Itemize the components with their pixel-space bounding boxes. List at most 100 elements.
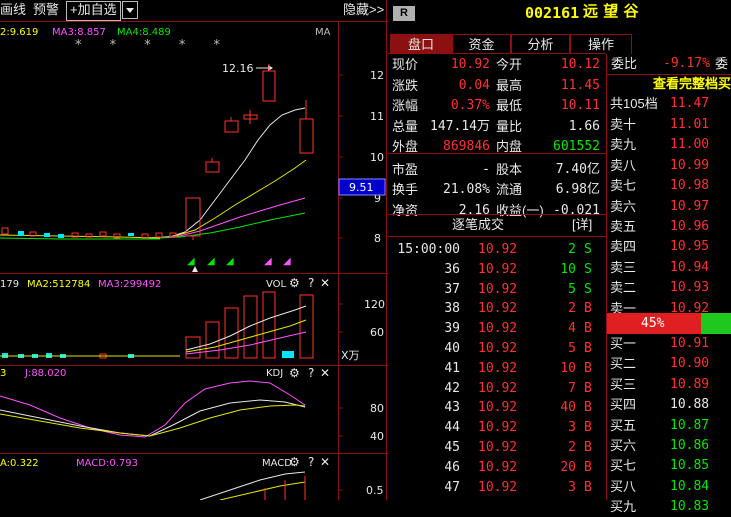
sell-level[interactable]: 卖六 10.97 xyxy=(607,197,731,217)
tick-time: 41 xyxy=(444,360,460,376)
sell-level[interactable]: 卖三 10.94 xyxy=(607,258,731,278)
stock-code: 002161 xyxy=(525,4,580,22)
buy-level[interactable]: 买七 10.85 xyxy=(607,456,731,476)
level-label: 买七 xyxy=(610,458,637,474)
tick-time: 46 xyxy=(444,459,460,475)
quote-label: 内盘 xyxy=(496,139,523,154)
tick-side: B xyxy=(584,479,592,495)
tab-handicap[interactable]: 盘口 xyxy=(390,34,452,54)
buy-level[interactable]: 买六 10.86 xyxy=(607,436,731,456)
tick-row: 43 10.92 40 B xyxy=(388,398,606,418)
total-levels-row[interactable]: 共105档 11.47 xyxy=(607,94,731,114)
tick-8: 8 xyxy=(374,232,381,245)
buy-level[interactable]: 买八 10.84 xyxy=(607,477,731,497)
vol-ma-white xyxy=(185,305,307,351)
tick-side: B xyxy=(584,321,592,337)
tick-side: B xyxy=(584,420,592,436)
quote-row: 外盘 869846 内盘 601552 xyxy=(388,137,606,157)
level-price: 10.83 xyxy=(670,499,710,515)
quote-label: 最高 xyxy=(496,77,523,93)
stock-name: 远 望 谷 xyxy=(583,2,639,20)
buy-level[interactable]: 买五 10.87 xyxy=(607,416,731,436)
stock-header: R 002161 远 望 谷 xyxy=(388,0,731,30)
buy-sell-ratio-bar: 45% xyxy=(607,313,731,334)
svg-text:◢: ◢ xyxy=(207,256,215,267)
kdj-label-1: 3 xyxy=(0,368,6,379)
tick-12: 12 xyxy=(370,69,384,82)
tick-time: 44 xyxy=(444,420,460,436)
tick-time: 36 xyxy=(444,261,460,277)
svg-text:◢: ◢ xyxy=(226,256,234,267)
tab-analysis[interactable]: 分析 xyxy=(511,34,570,54)
tick-row: 40 10.92 5 B xyxy=(388,339,606,359)
ma-line-white xyxy=(149,107,306,239)
macd-label-1: A:0.322 xyxy=(0,458,39,469)
vol-ma-magenta xyxy=(185,331,307,355)
tick-price: 10.92 xyxy=(478,380,518,396)
macd-close-icon: ✕ xyxy=(320,455,330,469)
vol-label-2: MA2:512784 xyxy=(27,279,90,290)
candle xyxy=(224,120,239,133)
level-label: 买四 xyxy=(610,397,637,413)
tick-row: 45 10.92 2 B xyxy=(388,438,606,458)
sell-level[interactable]: 卖七 10.98 xyxy=(607,176,731,196)
tick-volume: 2 xyxy=(568,301,576,317)
quote-row: 涨幅 0.37% 最低 10.11 xyxy=(388,96,606,116)
tab-operation[interactable]: 操作 xyxy=(570,34,632,54)
quote-row: 总量 147.14万 量比 1.66 xyxy=(388,117,606,137)
macd-label-3: MACD xyxy=(262,458,292,469)
macd-tick: 0.5 xyxy=(366,484,384,497)
sell-level[interactable]: 卖四 10.95 xyxy=(607,237,731,257)
tick-time: 40 xyxy=(444,341,460,356)
sell-level[interactable]: 卖五 10.96 xyxy=(607,217,731,237)
sell-level[interactable]: 卖八 10.99 xyxy=(607,156,731,176)
buy-level[interactable]: 买二 10.90 xyxy=(607,354,731,374)
buy-level[interactable]: 买一 10.91 xyxy=(607,334,731,354)
macd-label-2: MACD:0.793 xyxy=(76,458,138,469)
tick-row: 47 10.92 3 B xyxy=(388,478,606,498)
quote-label: 量比 xyxy=(496,118,523,134)
tick-time: 37 xyxy=(444,281,460,297)
tick-time: 45 xyxy=(444,440,460,455)
svg-text:◢: ◢ xyxy=(264,256,272,267)
level-label: 卖七 xyxy=(610,178,637,194)
quote-label: 涨跌 xyxy=(392,77,419,93)
candle xyxy=(299,118,314,154)
buy-level[interactable]: 买四 10.88 xyxy=(607,395,731,415)
level-price: 11.01 xyxy=(670,117,710,132)
tick-side: S xyxy=(584,281,592,297)
tick-volume: 20 xyxy=(560,459,576,475)
ticks-list: 15:00:00 10.92 2 S 36 10.92 10 S 37 10.92 5 S 38 10.9… xyxy=(388,240,606,500)
ticks-detail-link[interactable]: [详] xyxy=(572,218,592,231)
sell-level[interactable]: 卖二 10.93 xyxy=(607,278,731,298)
vol-panel-icons: ⚙ ? ✕ xyxy=(289,276,330,290)
quote-value: - xyxy=(482,161,490,177)
tick-price: 10.92 xyxy=(478,479,518,495)
buy-level[interactable]: 买九 10.83 xyxy=(607,497,731,517)
vol-label-4: VOL xyxy=(266,279,287,290)
level-price: 10.94 xyxy=(670,259,710,275)
kdj-tick-40: 40 xyxy=(370,430,384,443)
tick-side: B xyxy=(584,360,592,376)
svg-text:◢: ◢ xyxy=(187,256,195,267)
quote-value: 6.98亿 xyxy=(555,182,600,197)
tick-time: 42 xyxy=(444,380,460,396)
ma-line-flat2 xyxy=(0,237,160,240)
vol-tick-60: 60 xyxy=(370,326,384,339)
tick-side: B xyxy=(584,341,592,356)
tab-funds[interactable]: 资金 xyxy=(452,34,511,54)
tick-time: 39 xyxy=(444,321,460,337)
tick-row: 37 10.92 5 S xyxy=(388,280,606,300)
level-label: 买六 xyxy=(610,438,637,453)
tick-time: 38 xyxy=(444,301,460,317)
tick-row: 39 10.92 4 B xyxy=(388,319,606,339)
buy-level[interactable]: 买三 10.89 xyxy=(607,375,731,395)
candle xyxy=(205,161,220,173)
sell-level[interactable]: 卖十 11.01 xyxy=(607,115,731,135)
total-levels-price: 11.47 xyxy=(670,96,710,111)
level-price: 10.90 xyxy=(670,356,710,372)
level-label: 买二 xyxy=(610,356,637,372)
sell-level[interactable]: 卖九 11.00 xyxy=(607,135,731,155)
quote-value: 0.37% xyxy=(450,98,490,113)
macd-dea-line xyxy=(219,481,306,500)
